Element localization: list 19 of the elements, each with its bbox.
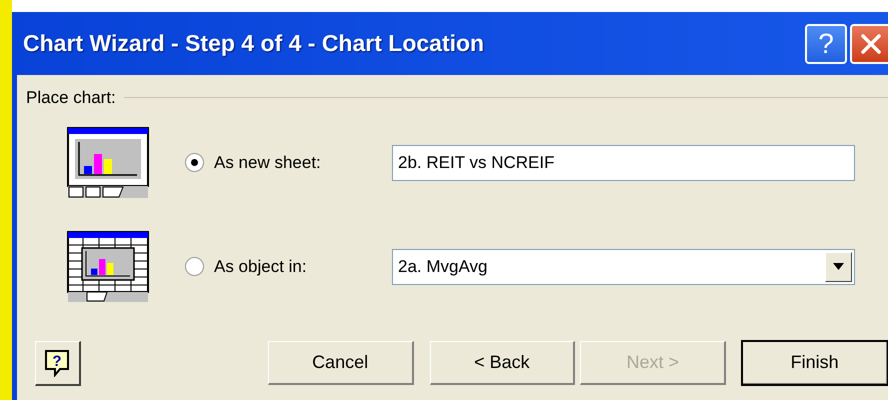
close-button[interactable] [850, 24, 888, 64]
dropdown-arrow-icon [833, 263, 844, 270]
close-icon [859, 32, 883, 56]
wizard-button[interactable]: Finish [742, 341, 888, 385]
embedded-chart-icon [67, 230, 149, 302]
wizard-button[interactable]: Cancel [268, 341, 414, 385]
radio-button[interactable] [185, 257, 204, 276]
text-field[interactable]: 2b. REIT vs NCREIF [392, 144, 855, 180]
option-label: As new sheet: [214, 152, 322, 174]
dropdown[interactable]: 2a. MvgAvg [392, 248, 855, 284]
wizard-button[interactable]: < Back [430, 341, 576, 385]
help-icon: ? [44, 348, 70, 376]
radio-button[interactable] [185, 153, 204, 172]
help-button[interactable]: ? [805, 24, 847, 64]
window-title: Chart Wizard - Step 4 of 4 - Chart Location [23, 29, 484, 58]
group-label: Place chart: [26, 87, 116, 109]
help-button[interactable]: ? [35, 340, 81, 386]
chart-sheet-icon [67, 126, 149, 198]
option-label: As object in: [214, 256, 308, 278]
